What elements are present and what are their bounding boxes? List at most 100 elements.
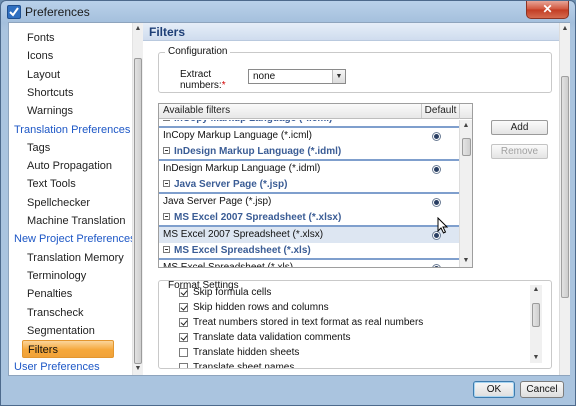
- filter-category-row[interactable]: Java Server Page (*.jsp): [159, 177, 461, 194]
- page-header: Filters: [143, 23, 559, 41]
- filter-category-row[interactable]: InCopy Markup Language (*.icml): [159, 120, 461, 128]
- nav-item-machine-translation[interactable]: Machine Translation: [27, 213, 125, 229]
- nav-item-auto-propagation[interactable]: Auto Propagation: [27, 158, 112, 174]
- filter-row[interactable]: InDesign Markup Language (*.idml): [159, 161, 461, 178]
- scroll-thumb[interactable]: [462, 138, 471, 156]
- format-option-label[interactable]: Treat numbers stored in text format as r…: [193, 315, 423, 330]
- nav-item-layout[interactable]: Layout: [27, 67, 60, 83]
- add-button[interactable]: Add: [491, 120, 548, 135]
- collapse-toggle-icon[interactable]: [163, 212, 170, 220]
- nav-item-new-project-preferences[interactable]: New Project Preferences: [14, 231, 136, 247]
- nav-item-fonts[interactable]: Fonts: [27, 30, 55, 46]
- scroll-up-arrow-icon[interactable]: ▲: [133, 23, 143, 35]
- format-settings-group: Format Settings Skip formula cells Skip h…: [158, 280, 552, 369]
- collapse-toggle-icon[interactable]: [163, 179, 170, 187]
- nav-item-text-tools[interactable]: Text Tools: [27, 176, 76, 192]
- scroll-thumb[interactable]: [532, 303, 540, 327]
- scroll-up-arrow-icon[interactable]: ▲: [530, 285, 542, 295]
- nav-item-warnings[interactable]: Warnings: [27, 103, 73, 119]
- nav-item-spellchecker[interactable]: Spellchecker: [27, 195, 90, 211]
- column-header-spacer: [459, 104, 472, 119]
- format-option-label[interactable]: Translate sheet names: [193, 360, 294, 368]
- preferences-nav: Fonts Icons Layout Shortcuts Warnings Transla…: [9, 23, 142, 375]
- preferences-window: Preferences ✕ Fonts Icons Layout Shortcuts W…: [0, 0, 576, 406]
- format-option-checkbox[interactable]: [179, 318, 188, 327]
- extract-numbers-label: Extract numbers:*: [180, 69, 226, 91]
- default-radio[interactable]: [432, 263, 441, 267]
- nav-item-translation-preferences[interactable]: Translation Preferences: [14, 122, 130, 138]
- filter-name: Java Server Page (*.jsp): [163, 195, 272, 207]
- filter-category-label: Java Server Page (*.jsp): [174, 179, 288, 190]
- format-option-row: Translate hidden sheets: [179, 345, 519, 360]
- filter-row[interactable]: InCopy Markup Language (*.icml): [159, 128, 461, 145]
- nav-scrollbar[interactable]: ▲ ▼: [132, 23, 142, 375]
- format-settings-scrollbar[interactable]: ▲ ▼: [530, 285, 542, 363]
- scroll-down-arrow-icon[interactable]: ▼: [460, 255, 472, 267]
- available-filters-grid: Available filters Default InCopy Markup …: [158, 103, 473, 268]
- nav-item-shortcuts[interactable]: Shortcuts: [27, 85, 73, 101]
- collapse-toggle-icon[interactable]: [163, 146, 170, 154]
- filter-category-row[interactable]: MS Excel Spreadsheet (*.xls): [159, 243, 461, 260]
- page-title: Filters: [149, 25, 186, 39]
- scroll-down-arrow-icon[interactable]: ▼: [133, 363, 143, 375]
- scroll-up-arrow-icon[interactable]: ▲: [460, 120, 472, 132]
- filter-category-row[interactable]: MS Excel 2007 Spreadsheet (*.xlsx): [159, 210, 461, 227]
- collapse-toggle-icon[interactable]: [163, 245, 170, 253]
- format-option-label[interactable]: Translate data validation comments: [193, 330, 351, 345]
- default-radio[interactable]: [432, 131, 441, 141]
- filter-category-row[interactable]: InDesign Markup Language (*.idml): [159, 144, 461, 161]
- format-option-row: Translate sheet names: [179, 360, 519, 368]
- grid-scrollbar[interactable]: ▲ ▼: [459, 120, 472, 267]
- ok-button[interactable]: OK: [473, 381, 515, 398]
- format-option-row: Translate data validation comments: [179, 330, 519, 345]
- collapse-toggle-icon[interactable]: [163, 120, 170, 121]
- filter-name: InCopy Markup Language (*.icml): [163, 129, 312, 141]
- filter-category-label: InDesign Markup Language (*.idml): [174, 146, 342, 157]
- format-option-checkbox[interactable]: [179, 363, 188, 368]
- default-radio[interactable]: [432, 197, 441, 207]
- format-option-checkbox[interactable]: [179, 333, 188, 342]
- format-option-checkbox[interactable]: [179, 288, 188, 297]
- extract-label-line1: Extract: [180, 69, 212, 80]
- title-bar[interactable]: Preferences ✕: [1, 1, 575, 23]
- nav-item-terminology[interactable]: Terminology: [27, 268, 86, 284]
- extract-numbers-value: none: [253, 71, 276, 82]
- chevron-down-icon[interactable]: ▼: [332, 70, 345, 83]
- format-option-label[interactable]: Skip formula cells: [193, 285, 271, 300]
- column-header-default[interactable]: Default: [421, 104, 459, 118]
- nav-item-user-preferences[interactable]: User Preferences: [14, 359, 100, 375]
- close-button[interactable]: ✕: [526, 1, 569, 19]
- format-option-checkbox[interactable]: [179, 348, 188, 357]
- column-header-available-filters[interactable]: Available filters: [163, 104, 230, 118]
- window-title: Preferences: [25, 5, 90, 19]
- filter-name: MS Excel Spreadsheet (*.xls): [163, 261, 294, 268]
- format-option-label[interactable]: Skip hidden rows and columns: [193, 300, 329, 315]
- format-option-checkbox[interactable]: [179, 303, 188, 312]
- nav-item-tags[interactable]: Tags: [27, 140, 50, 156]
- extract-numbers-select[interactable]: none ▼: [248, 69, 346, 84]
- cancel-button[interactable]: Cancel: [520, 381, 564, 398]
- remove-button[interactable]: Remove: [491, 144, 548, 159]
- default-radio[interactable]: [432, 164, 441, 174]
- scroll-up-arrow-icon[interactable]: ▲: [560, 23, 570, 35]
- filter-name: MS Excel 2007 Spreadsheet (*.xlsx): [163, 228, 324, 240]
- filter-name: InDesign Markup Language (*.idml): [163, 162, 321, 174]
- nav-item-filters[interactable]: Filters: [22, 340, 114, 359]
- scroll-down-arrow-icon[interactable]: ▼: [530, 353, 542, 363]
- nav-item-icons[interactable]: Icons: [27, 48, 53, 64]
- filter-category-label: MS Excel Spreadsheet (*.xls): [174, 245, 311, 256]
- format-option-label[interactable]: Translate hidden sheets: [193, 345, 299, 360]
- scroll-thumb[interactable]: [134, 58, 142, 364]
- filter-row[interactable]: Java Server Page (*.jsp): [159, 194, 461, 211]
- configuration-legend: Configuration: [165, 46, 231, 57]
- scroll-thumb[interactable]: [561, 76, 569, 298]
- filter-row[interactable]: MS Excel 2007 Spreadsheet (*.xlsx): [159, 226, 461, 243]
- close-icon: ✕: [542, 2, 553, 16]
- required-mark: *: [221, 80, 226, 91]
- nav-item-segmentation[interactable]: Segmentation: [27, 323, 95, 339]
- nav-item-transcheck[interactable]: Transcheck: [27, 305, 83, 321]
- nav-item-penalties[interactable]: Penalties: [27, 286, 72, 302]
- content-scrollbar[interactable]: ▲: [559, 23, 570, 375]
- nav-item-translation-memory[interactable]: Translation Memory: [27, 250, 124, 266]
- filter-row[interactable]: MS Excel Spreadsheet (*.xls): [159, 260, 461, 268]
